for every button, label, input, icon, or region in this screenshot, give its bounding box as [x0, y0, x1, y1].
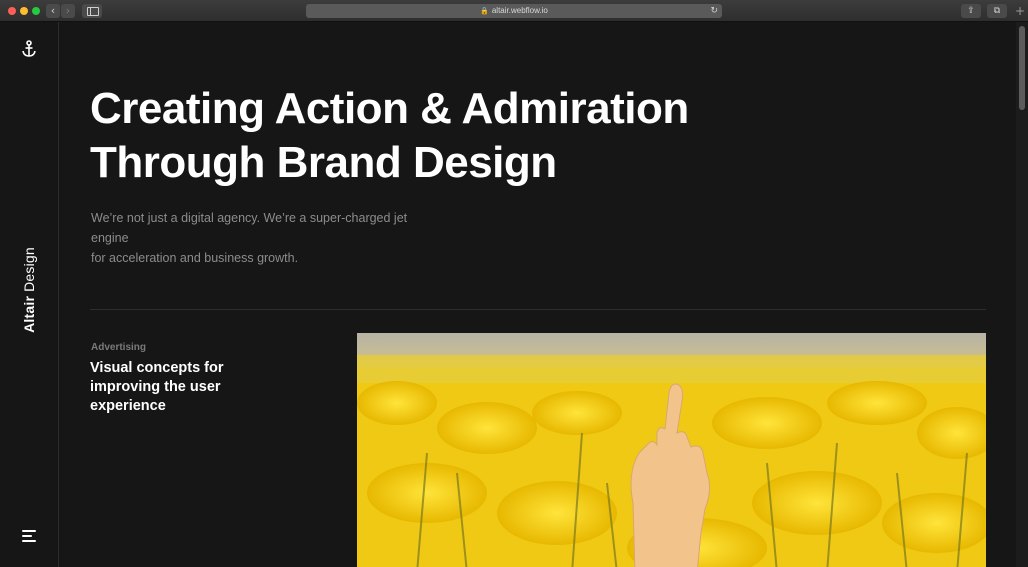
feature-image[interactable] [357, 333, 986, 567]
url-text: altair.webflow.io [491, 6, 548, 15]
lead-line-2: for acceleration and business growth. [91, 251, 299, 265]
lead-paragraph: We’re not just a digital agency. We’re a… [91, 208, 431, 268]
feature-category: Advertising [91, 342, 147, 353]
minimize-window-button[interactable] [20, 7, 28, 15]
new-tab-icon[interactable]: + [1014, 5, 1026, 17]
brand-light-text: Design [21, 247, 37, 292]
forward-button[interactable]: › [61, 4, 75, 18]
headline-line-2: Through Brand Design [90, 138, 557, 187]
address-bar[interactable]: 🔒 altair.webflow.io ↻ [306, 4, 722, 18]
lead-line-1: We’re not just a digital agency. We’re a… [91, 211, 408, 245]
hamburger-menu-icon[interactable] [22, 530, 36, 542]
page-scrollbar[interactable] [1016, 22, 1028, 567]
left-sidebar: Altair Design [0, 22, 59, 567]
main-content: Creating Action & Admiration Through Bra… [59, 22, 1028, 567]
section-divider [90, 309, 986, 310]
back-button[interactable]: ‹ [46, 4, 60, 18]
headline-line-1: Creating Action & Admiration [90, 84, 689, 133]
brand-wordmark[interactable]: Altair Design [21, 247, 37, 333]
lock-icon: 🔒 [480, 8, 489, 15]
tabs-overview-icon[interactable]: ⧉ [987, 4, 1007, 18]
share-icon[interactable]: ⇪ [961, 4, 981, 18]
scrollbar-thumb[interactable] [1019, 26, 1025, 110]
brand-bold-text: Altair [21, 295, 37, 333]
fullscreen-window-button[interactable] [32, 7, 40, 15]
browser-chrome: ‹ › 🔒 altair.webflow.io ↻ ⇪ ⧉ + [0, 0, 1028, 22]
close-window-button[interactable] [8, 7, 16, 15]
web-page: Altair Design Creating Action & Admiratio… [0, 22, 1028, 567]
feature-title[interactable]: Visual concepts for improving the user e… [90, 359, 250, 416]
reload-icon[interactable]: ↻ [710, 4, 718, 18]
page-headline: Creating Action & Admiration Through Bra… [90, 82, 790, 190]
anchor-icon[interactable] [21, 40, 37, 58]
feature-title-line-2: improving the user [90, 379, 221, 395]
sidebar-toggle-icon[interactable] [82, 4, 102, 18]
flower-field-hand-image [357, 333, 986, 567]
feature-title-line-3: experience [90, 398, 166, 414]
feature-title-line-1: Visual concepts for [90, 360, 224, 376]
